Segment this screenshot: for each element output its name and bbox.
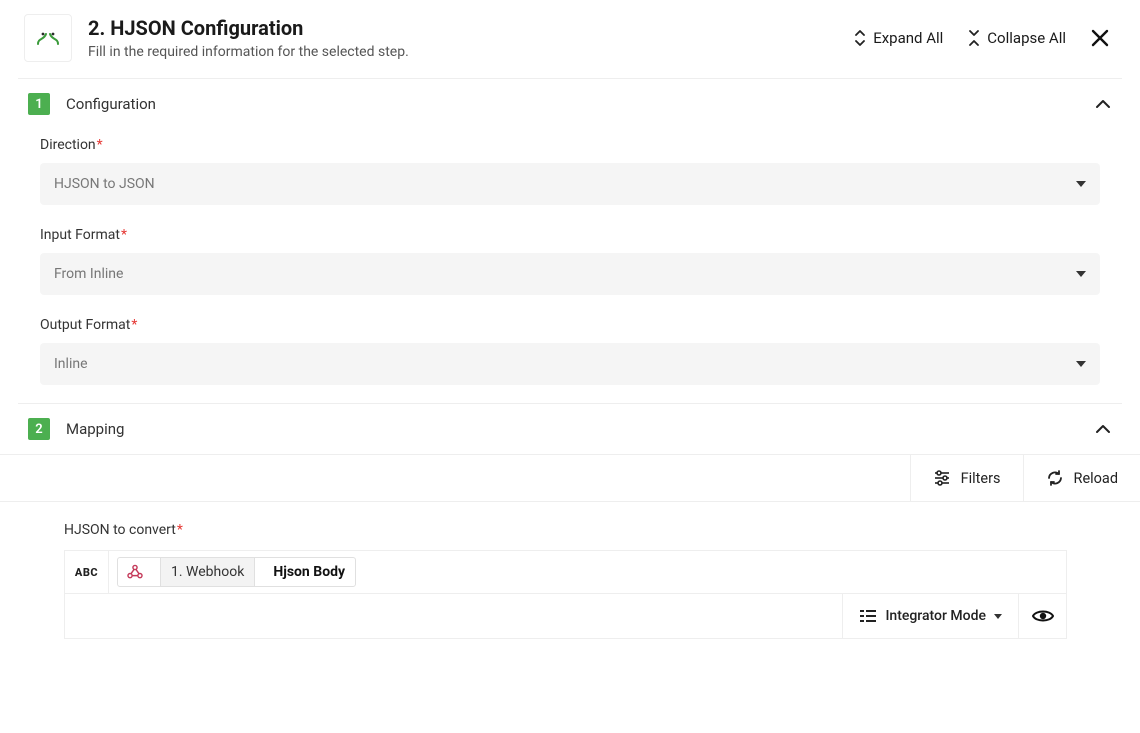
mode-label: Integrator Mode: [885, 608, 986, 624]
input-format-select[interactable]: From Inline: [40, 253, 1100, 295]
caret-down-icon: [1076, 361, 1086, 367]
webhook-token[interactable]: 1. Webhook Hjson Body: [117, 557, 356, 587]
output-format-select[interactable]: Inline: [40, 343, 1100, 385]
mode-icon: [859, 609, 877, 623]
hjson-icon: [34, 28, 62, 48]
expand-all-button[interactable]: Expand All: [853, 29, 943, 47]
caret-down-icon: [994, 614, 1002, 619]
page-header: 2. HJSON Configuration Fill in the requi…: [18, 10, 1122, 78]
reload-button[interactable]: Reload: [1023, 455, 1140, 501]
reload-icon: [1046, 469, 1064, 487]
filters-label: Filters: [961, 470, 1001, 487]
collapse-icon: [967, 30, 981, 46]
hjson-convert-label: HJSON to convert*: [64, 522, 1096, 538]
filters-button[interactable]: Filters: [910, 455, 1023, 501]
mapping-input[interactable]: ABC 1. Web: [64, 550, 1067, 593]
token-name: Hjson Body: [263, 558, 355, 586]
section-mapping-header[interactable]: 2 Mapping: [18, 404, 1122, 454]
page-title: 2. HJSON Configuration: [88, 16, 837, 40]
reload-label: Reload: [1074, 470, 1118, 487]
filters-icon: [933, 469, 951, 487]
eye-icon: [1032, 608, 1054, 624]
token-step: 1. Webhook: [160, 558, 255, 586]
caret-down-icon: [1076, 181, 1086, 187]
collapse-all-label: Collapse All: [987, 29, 1066, 47]
input-format-label: Input Format*: [40, 227, 1100, 243]
expand-icon: [853, 30, 867, 46]
close-icon: [1090, 28, 1110, 48]
page-subtitle: Fill in the required information for the…: [88, 44, 837, 60]
token-area[interactable]: 1. Webhook Hjson Body: [109, 551, 1066, 593]
integrator-mode-button[interactable]: Integrator Mode: [842, 594, 1018, 638]
expand-all-label: Expand All: [873, 29, 943, 47]
section-mapping-title: Mapping: [66, 420, 1078, 438]
chevron-up-icon: [1094, 420, 1112, 438]
preview-button[interactable]: [1018, 594, 1066, 638]
section-configuration: 1 Configuration Direction* HJSON to JSON…: [18, 78, 1122, 403]
caret-down-icon: [1076, 271, 1086, 277]
collapse-all-button[interactable]: Collapse All: [967, 29, 1066, 47]
direction-value: HJSON to JSON: [54, 176, 155, 192]
step-badge-2: 2: [28, 418, 50, 440]
app-icon: [24, 14, 72, 62]
section-configuration-title: Configuration: [66, 95, 1078, 113]
section-configuration-header[interactable]: 1 Configuration: [18, 79, 1122, 129]
step-badge-1: 1: [28, 93, 50, 115]
output-format-value: Inline: [54, 356, 88, 372]
required-mark: *: [177, 522, 183, 538]
required-mark: *: [121, 227, 127, 243]
required-mark: *: [97, 137, 103, 153]
input-format-value: From Inline: [54, 266, 123, 282]
webhook-icon: [118, 559, 152, 585]
direction-label: Direction*: [40, 137, 1100, 153]
direction-select[interactable]: HJSON to JSON: [40, 163, 1100, 205]
mapping-footer: Integrator Mode: [64, 593, 1067, 639]
section-mapping: 2 Mapping Filters: [18, 403, 1122, 639]
mapping-toolbar: Filters Reload: [0, 454, 1140, 502]
close-button[interactable]: [1090, 28, 1110, 48]
chevron-up-icon: [1094, 95, 1112, 113]
output-format-label: Output Format*: [40, 317, 1100, 333]
abc-chip[interactable]: ABC: [65, 551, 109, 593]
required-mark: *: [131, 317, 137, 333]
